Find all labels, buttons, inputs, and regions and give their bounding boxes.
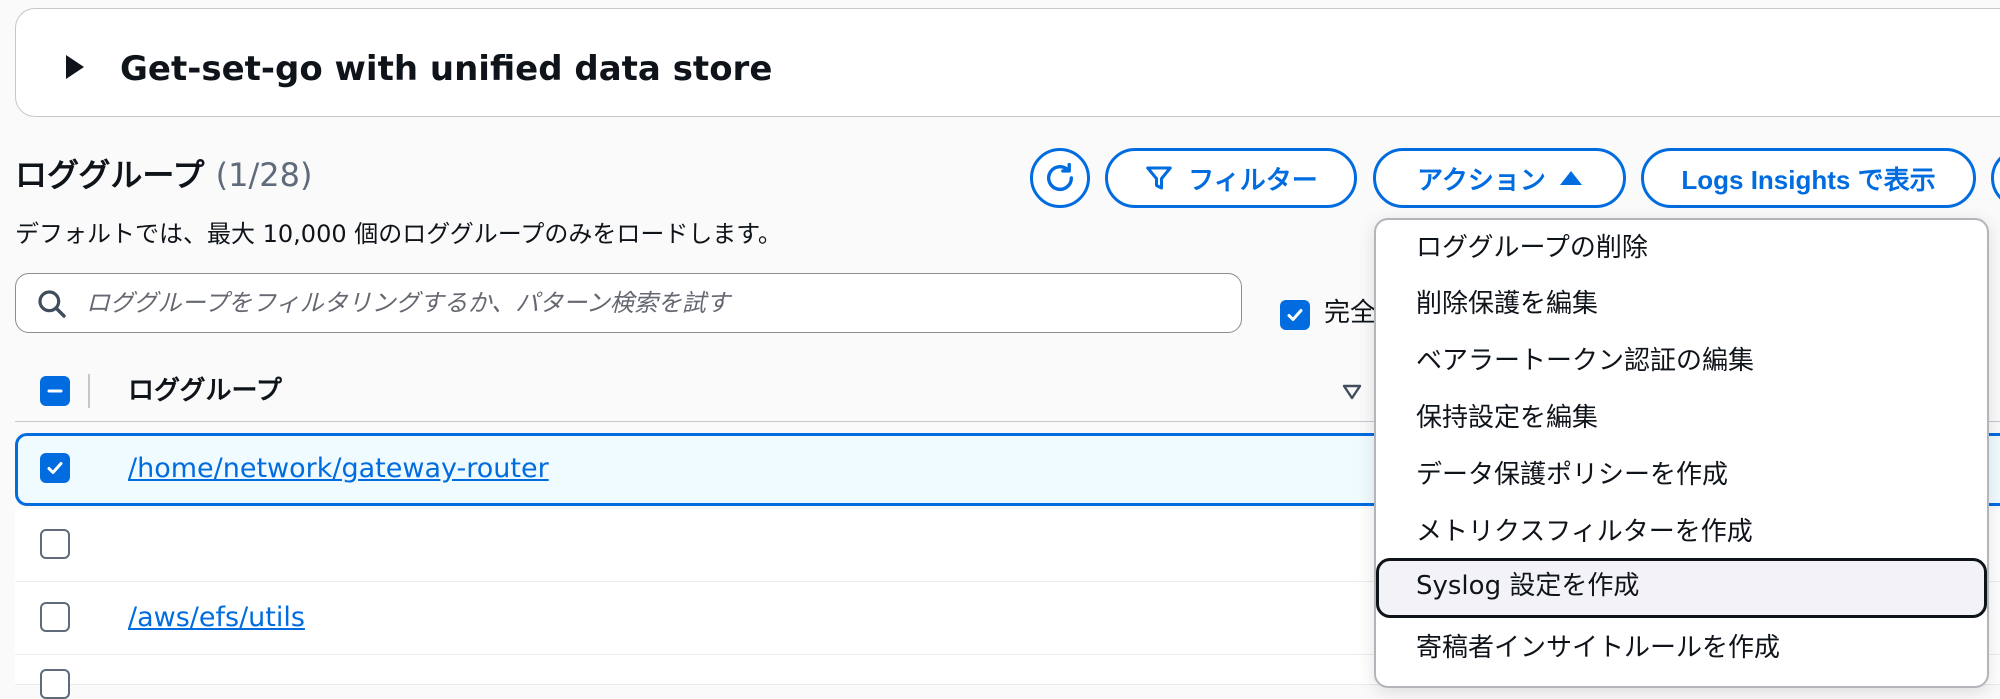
expand-caret-icon[interactable] — [66, 55, 84, 79]
log-group-count: (1/28) — [215, 156, 313, 194]
log-group-link[interactable]: /aws/efs/utils — [128, 600, 305, 636]
funnel-icon — [1146, 166, 1172, 190]
row-checkbox[interactable] — [40, 602, 70, 632]
section-description: デフォルトでは、最大 10,000 個のロググループのみをロードします。 — [15, 220, 782, 248]
sort-down-icon[interactable] — [1340, 380, 1364, 404]
row-checkbox[interactable] — [40, 669, 70, 699]
menu-item-edit-deletion-protection[interactable]: 削除保護を編集 — [1376, 276, 1987, 332]
menu-item-edit-bearer-token-auth[interactable]: ベアラートークン認証の編集 — [1376, 333, 1987, 389]
indeterminate-icon — [47, 389, 63, 393]
menu-item-create-metric-filter[interactable]: メトリクスフィルターを作成 — [1376, 504, 1987, 560]
column-divider — [88, 374, 90, 408]
search-input[interactable] — [84, 282, 1224, 324]
menu-item-create-contributor-insights-rule[interactable]: 寄稿者インサイトルールを作成 — [1376, 620, 1987, 676]
log-group-link[interactable] — [128, 515, 668, 575]
row-checkbox[interactable] — [40, 453, 70, 483]
menu-item-create-syslog-config[interactable]: Syslog 設定を作成 — [1376, 558, 1987, 618]
exact-match-checkbox[interactable] — [1280, 300, 1310, 330]
banner-title: Get-set-go with unified data store — [120, 49, 773, 89]
checkmark-icon — [47, 462, 63, 474]
unified-data-store-banner[interactable]: Get-set-go with unified data store — [15, 8, 2000, 117]
refresh-icon — [1046, 162, 1074, 191]
more-actions-button[interactable] — [1991, 148, 2000, 208]
page-title: ロググループ (1/28) — [15, 155, 312, 195]
actions-dropdown-menu: ロググループの削除 削除保護を編集 ベアラートークン認証の編集 保持設定を編集 … — [1374, 218, 1989, 688]
exact-match-label: 完全 — [1324, 298, 1377, 328]
filter-button[interactable]: フィルター — [1105, 148, 1357, 208]
menu-item-delete-log-group[interactable]: ロググループの削除 — [1376, 220, 1987, 276]
log-group-link[interactable]: /home/network/gateway-router — [128, 451, 549, 487]
view-in-logs-insights-button[interactable]: Logs Insights で表示 — [1641, 148, 1976, 208]
actions-button-label: アクション — [1417, 164, 1546, 195]
refresh-button[interactable] — [1030, 148, 1090, 208]
search-field[interactable] — [15, 273, 1242, 333]
section-title-label: ロググループ — [15, 156, 205, 194]
column-header-log-group[interactable]: ロググループ — [128, 374, 282, 408]
insights-button-label: Logs Insights で表示 — [1681, 164, 1936, 195]
select-all-checkbox[interactable] — [40, 376, 70, 406]
checkmark-icon — [1287, 309, 1303, 321]
row-checkbox[interactable] — [40, 529, 70, 559]
menu-item-edit-retention[interactable]: 保持設定を編集 — [1376, 390, 1987, 446]
caret-up-icon — [1559, 171, 1582, 185]
search-icon — [38, 290, 66, 318]
filter-button-label: フィルター — [1188, 164, 1318, 195]
actions-button[interactable]: アクション — [1373, 148, 1626, 208]
menu-item-create-data-protection-policy[interactable]: データ保護ポリシーを作成 — [1376, 447, 1987, 503]
